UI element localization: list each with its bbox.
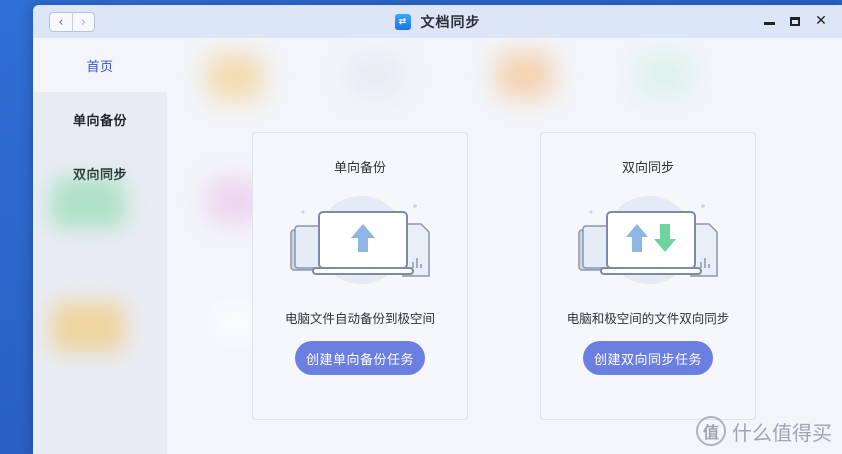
minimize-button[interactable] — [762, 11, 776, 31]
minimize-icon — [763, 21, 775, 25]
blurred-background-tile — [207, 54, 263, 100]
title-wrap: ⇄ 文档同步 — [394, 12, 481, 32]
main-content: 单向备份 电脑文件自动备份到极空间 创建单向备份任务 双向同步 电脑和极空间的文… — [167, 38, 842, 454]
card-title: 单向备份 — [333, 161, 386, 176]
back-button[interactable]: ‹ — [50, 13, 72, 31]
blurred-background-tile — [51, 302, 125, 352]
one-way-backup-card: 单向备份 电脑文件自动备份到极空间 创建单向备份任务 — [252, 132, 468, 420]
sidebar-item-home[interactable]: 首页 — [33, 38, 167, 92]
card-title: 双向同步 — [621, 161, 674, 176]
watermark-text: 什么值得买 — [732, 420, 832, 445]
close-icon: ✕ — [815, 13, 827, 29]
card-description: 电脑文件自动备份到极空间 — [284, 311, 435, 326]
sync-app-icon: ⇄ — [394, 13, 411, 30]
two-way-sync-card: 双向同步 电脑和极空间的文件双向同步 创建双向同步任务 — [540, 132, 756, 420]
blurred-background-tile — [497, 52, 553, 98]
window-controls: ✕ — [762, 11, 828, 31]
sidebar: 首页 单向备份 双向同步 — [33, 38, 167, 454]
forward-button[interactable]: › — [72, 13, 94, 31]
sidebar-item-one-way-backup[interactable]: 单向备份 — [33, 92, 167, 146]
app-window: ‹ › ⇄ 文档同步 ✕ 首页 单向备份 双向同步 单向备份 电脑文件自动备份到… — [33, 5, 842, 454]
upload-arrow-icon — [290, 196, 430, 284]
blurred-background-tile — [51, 178, 125, 228]
watermark-logo-icon: 值 — [696, 416, 726, 446]
blurred-background-tile — [347, 52, 403, 98]
maximize-button[interactable] — [788, 11, 802, 31]
nav-buttons: ‹ › — [49, 12, 95, 32]
window-title: 文档同步 — [420, 14, 481, 31]
maximize-icon — [790, 16, 800, 26]
title-bar: ‹ › ⇄ 文档同步 ✕ — [33, 5, 842, 38]
close-button[interactable]: ✕ — [814, 11, 828, 31]
card-description: 电脑和极空间的文件双向同步 — [566, 311, 730, 326]
create-one-way-backup-button[interactable]: 创建单向备份任务 — [295, 341, 425, 375]
watermark: 值 什么值得买 — [696, 416, 832, 446]
blurred-background-tile — [637, 52, 693, 98]
create-two-way-sync-button[interactable]: 创建双向同步任务 — [583, 341, 713, 375]
sync-arrows-icon — [578, 196, 718, 284]
